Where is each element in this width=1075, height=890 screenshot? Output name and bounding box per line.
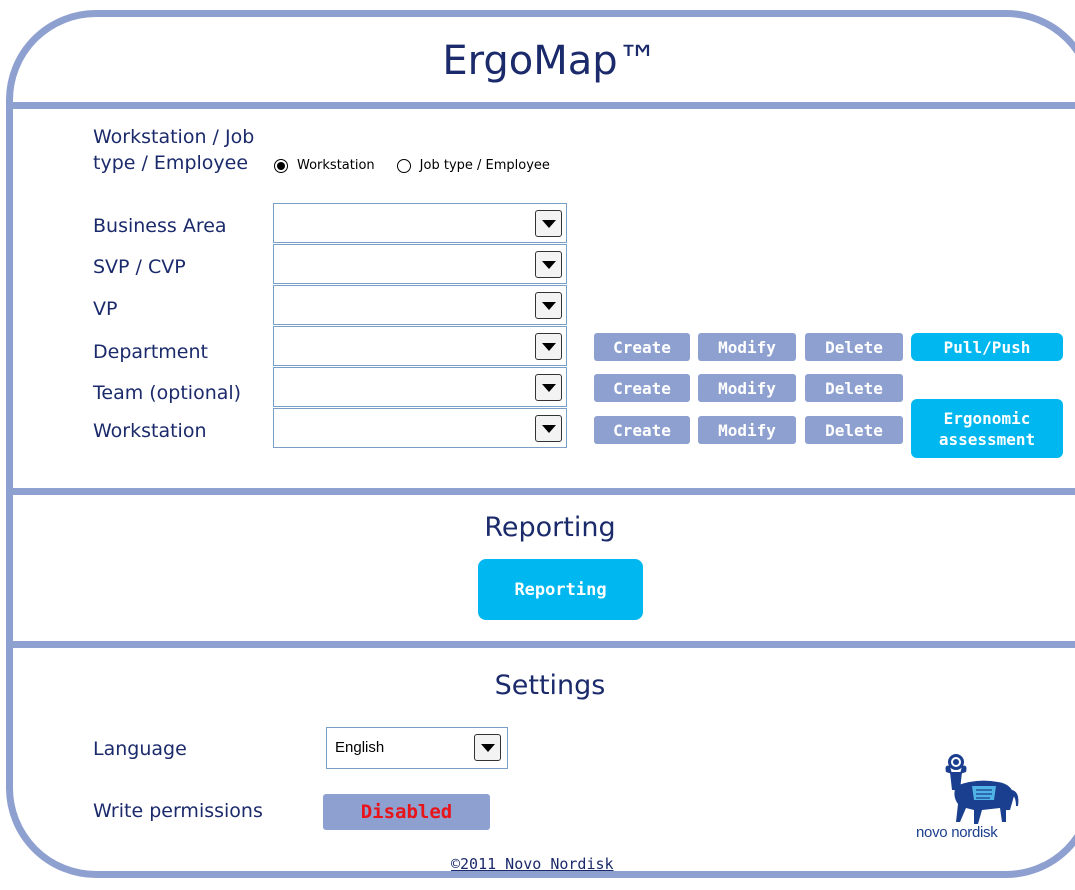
dropdown-arrow-button[interactable] xyxy=(535,251,562,278)
language-select[interactable]: English xyxy=(326,727,508,769)
workstation-delete-button[interactable]: Delete xyxy=(805,416,903,444)
business-area-label: Business Area xyxy=(93,215,227,237)
dropdown-arrow-button[interactable] xyxy=(535,210,562,237)
pull-push-button[interactable]: Pull/Push xyxy=(911,333,1063,361)
radio-selected-dot xyxy=(277,161,285,170)
workstation-create-button[interactable]: Create xyxy=(594,416,690,444)
team-delete-button[interactable]: Delete xyxy=(805,374,903,402)
vp-select[interactable] xyxy=(273,285,567,325)
dropdown-arrow-button[interactable] xyxy=(535,374,562,401)
department-modify-button[interactable]: Modify xyxy=(698,333,796,361)
reporting-section-title: Reporting xyxy=(484,512,616,543)
radio-job-type-employee-label[interactable]: Job type / Employee xyxy=(420,158,550,173)
divider xyxy=(10,102,1075,109)
team-create-button[interactable]: Create xyxy=(594,374,690,402)
department-create-button[interactable]: Create xyxy=(594,333,690,361)
radio-workstation-label[interactable]: Workstation xyxy=(297,158,375,173)
radio-job-type-employee[interactable] xyxy=(396,158,411,173)
app-title: ErgoMap™ xyxy=(442,38,658,84)
reporting-button[interactable]: Reporting xyxy=(478,559,643,620)
department-label: Department xyxy=(93,341,208,363)
novo-nordisk-logo-text: novo nordisk xyxy=(916,824,998,841)
department-delete-button[interactable]: Delete xyxy=(805,333,903,361)
workstation-label: Workstation xyxy=(93,420,207,442)
radio-workstation[interactable] xyxy=(274,158,288,173)
dropdown-arrow-button[interactable] xyxy=(535,292,562,319)
team-label: Team (optional) xyxy=(93,382,242,404)
ergonomic-assessment-button[interactable]: Ergonomic assessment xyxy=(911,399,1063,458)
settings-section-title: Settings xyxy=(494,670,606,701)
chevron-down-icon xyxy=(541,301,556,310)
team-select[interactable] xyxy=(273,367,567,407)
svp-cvp-select[interactable] xyxy=(273,244,567,284)
business-area-select[interactable] xyxy=(273,203,567,243)
chevron-down-icon xyxy=(541,219,556,228)
divider xyxy=(10,488,1075,495)
chevron-down-icon xyxy=(480,743,495,752)
language-label: Language xyxy=(93,738,187,760)
chevron-down-icon xyxy=(541,383,556,392)
write-permissions-label: Write permissions xyxy=(93,800,263,822)
divider xyxy=(10,641,1075,648)
workstation-select[interactable] xyxy=(273,408,567,448)
mode-label: Workstation / Job type / Employee xyxy=(93,126,255,174)
dropdown-arrow-button[interactable] xyxy=(535,333,562,360)
svp-cvp-label: SVP / CVP xyxy=(93,256,186,278)
chevron-down-icon xyxy=(541,424,556,433)
department-select[interactable] xyxy=(273,326,567,366)
chevron-down-icon xyxy=(541,260,556,269)
workstation-modify-button[interactable]: Modify xyxy=(698,416,796,444)
dropdown-arrow-button[interactable] xyxy=(474,734,501,761)
write-permissions-status-badge: Disabled xyxy=(323,794,490,830)
language-value: English xyxy=(335,739,385,756)
vp-label: VP xyxy=(93,298,118,320)
mode-radio-group: Workstation Job type / Employee xyxy=(274,158,572,173)
team-modify-button[interactable]: Modify xyxy=(698,374,796,402)
chevron-down-icon xyxy=(541,342,556,351)
dropdown-arrow-button[interactable] xyxy=(535,415,562,442)
copyright-link[interactable]: ©2011 Novo Nordisk xyxy=(451,855,614,873)
